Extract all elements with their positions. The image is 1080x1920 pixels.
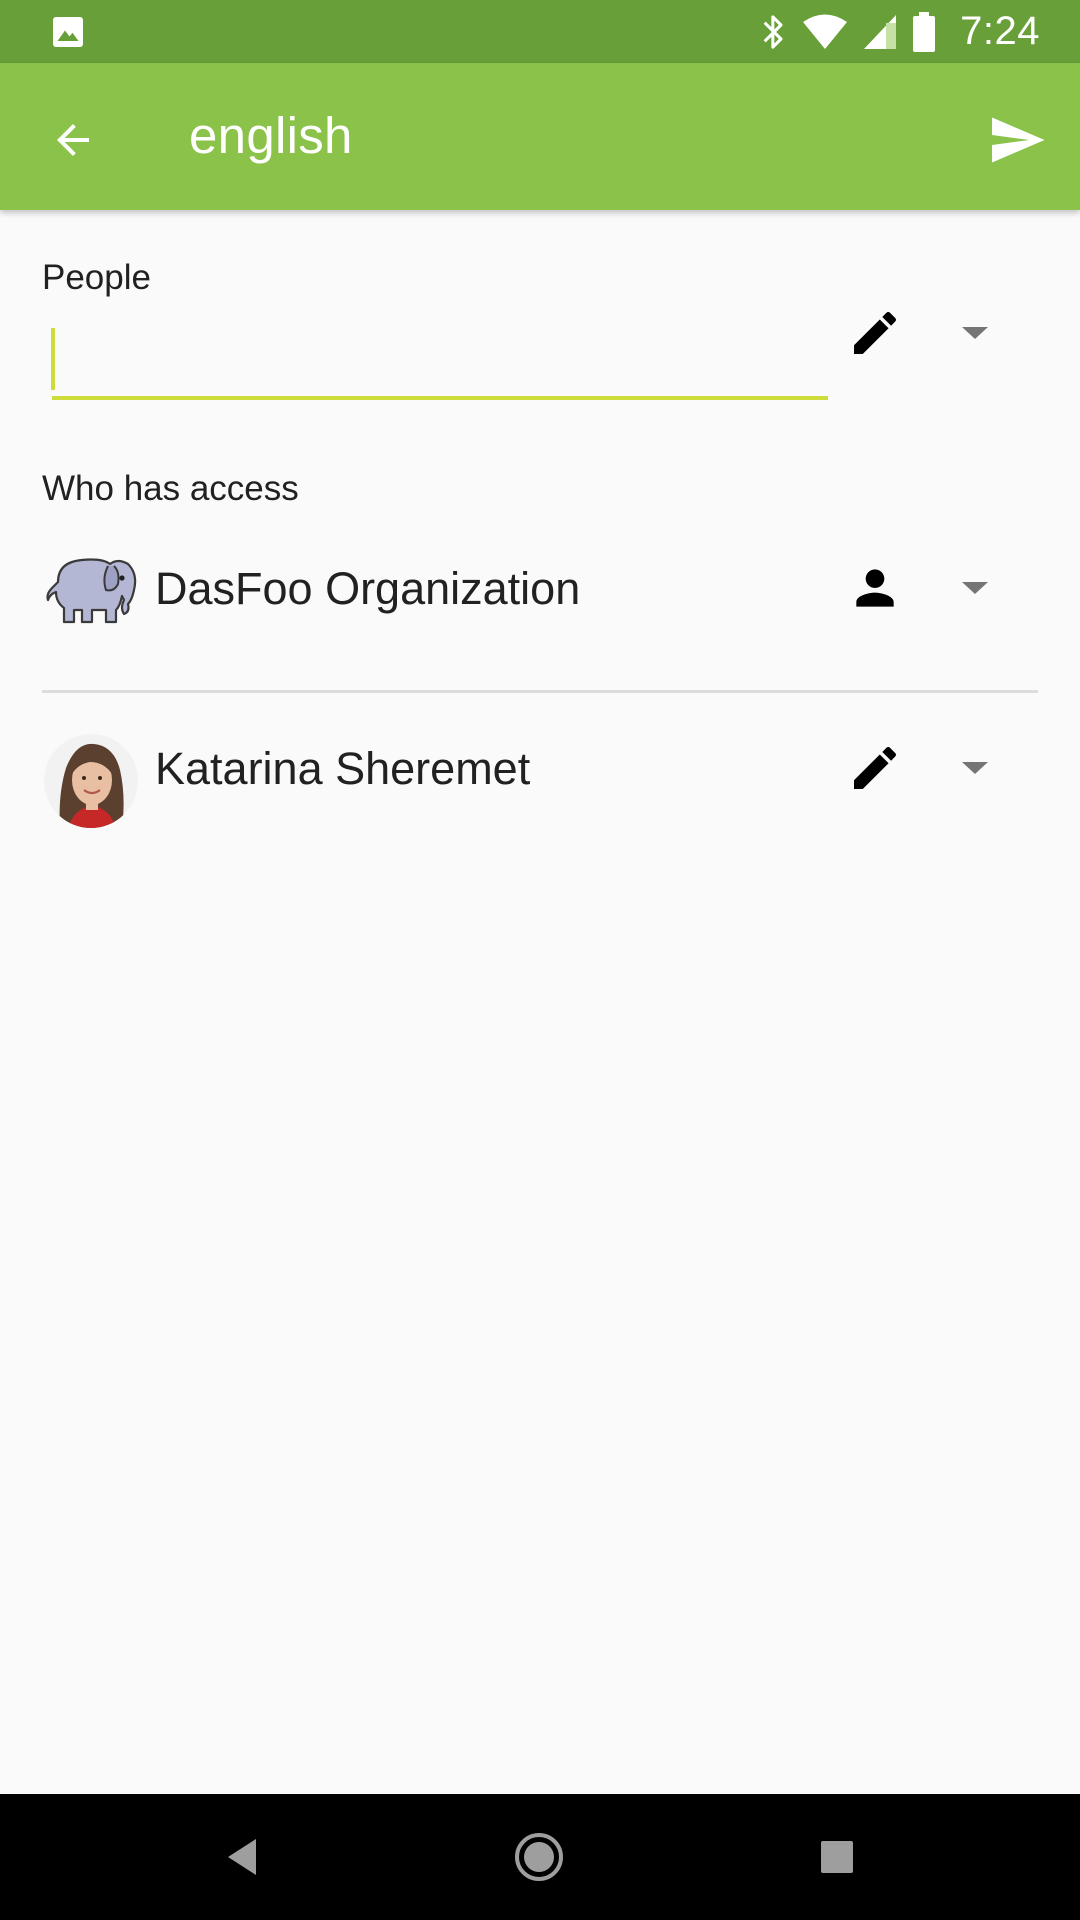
dropdown-arrow-icon — [962, 762, 988, 774]
who-has-access-label: Who has access — [42, 469, 299, 508]
send-button[interactable] — [978, 101, 1056, 179]
access-entry-name: Katarina Sheremet — [155, 743, 531, 794]
status-bar: 7:24 — [0, 0, 1080, 63]
pencil-icon — [854, 311, 897, 354]
access-entry-name: DasFoo Organization — [155, 563, 581, 614]
battery-icon — [913, 11, 936, 52]
organization-permission-button[interactable] — [840, 553, 910, 623]
status-icons: 7:24 — [760, 0, 1040, 63]
access-row-user[interactable]: Katarina Sheremet — [0, 710, 1080, 830]
dropdown-arrow-icon — [962, 582, 988, 594]
avatar — [44, 734, 138, 828]
nav-back-button[interactable] — [204, 1819, 280, 1895]
system-nav-bar — [0, 1794, 1080, 1920]
organization-permission-dropdown[interactable] — [940, 553, 1010, 623]
nav-home-button[interactable] — [501, 1819, 577, 1895]
people-input[interactable] — [52, 322, 828, 400]
pencil-icon — [854, 746, 897, 789]
nav-home-icon — [515, 1833, 563, 1881]
user-permission-dropdown[interactable] — [940, 733, 1010, 803]
people-permission-dropdown[interactable] — [940, 298, 1010, 368]
elephant-logo — [44, 542, 138, 636]
access-row-organization[interactable]: DasFoo Organization — [0, 530, 1080, 650]
wifi-icon — [803, 14, 848, 49]
back-button[interactable] — [36, 103, 110, 177]
send-icon — [992, 117, 1045, 163]
nav-back-icon — [228, 1839, 256, 1875]
text-cursor — [51, 328, 55, 390]
cell-signal-icon — [864, 14, 897, 49]
person-icon — [856, 569, 894, 607]
app-bar: english — [0, 63, 1080, 210]
arrow-back-icon — [57, 124, 89, 156]
dropdown-arrow-icon — [962, 327, 988, 339]
bluetooth-icon — [763, 14, 783, 49]
image-notification-icon — [53, 17, 83, 47]
nav-recents-icon — [821, 1841, 853, 1873]
user-permission-button[interactable] — [840, 733, 910, 803]
divider — [42, 690, 1038, 693]
people-label: People — [42, 258, 151, 297]
people-permission-button[interactable] — [840, 298, 910, 368]
clock: 7:24 — [960, 9, 1040, 53]
page-title: english — [189, 107, 353, 164]
nav-recents-button[interactable] — [799, 1819, 875, 1895]
